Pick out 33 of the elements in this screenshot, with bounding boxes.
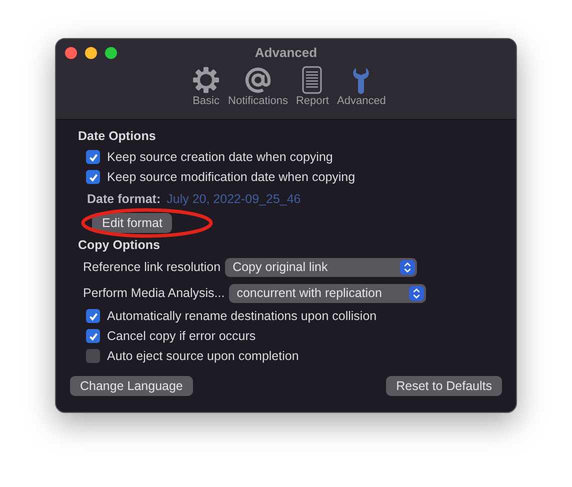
toolbar-tab[interactable]: Basic: [192, 66, 220, 107]
section-heading: Date Options: [78, 129, 157, 145]
checkbox[interactable]: [86, 170, 100, 184]
toolbar-tab[interactable]: Notifications: [228, 66, 288, 107]
toolbar-tab[interactable]: Report: [296, 66, 329, 107]
select-label: Reference link resolution: [83, 260, 221, 274]
checkbox[interactable]: [86, 150, 100, 164]
checkbox[interactable]: [86, 349, 100, 363]
close-button[interactable]: [65, 47, 77, 59]
checkbox-label: Keep source modification date when copying: [107, 170, 356, 184]
window-title: Advanced: [254, 44, 318, 61]
at-sign-icon: [244, 66, 272, 94]
popup-menu[interactable]: concurrent with replication: [228, 284, 426, 302]
checkbox[interactable]: [86, 309, 100, 323]
zoom-button[interactable]: [105, 47, 117, 59]
gear-icon: [192, 66, 220, 94]
date-format-value: July 20, 2022-09_25_46: [166, 192, 301, 208]
popup-menu[interactable]: Copy original link: [224, 258, 417, 276]
date-format-label: Date format:: [87, 192, 161, 208]
edit-format-button[interactable]: Edit format: [92, 213, 172, 233]
checkbox-label: Automatically rename destinations upon collision: [107, 309, 377, 323]
checkbox-label: Cancel copy if error occurs: [107, 329, 256, 343]
checkbox[interactable]: [86, 329, 100, 343]
footer-button[interactable]: Change Language: [70, 376, 193, 396]
minimize-button[interactable]: [85, 47, 97, 59]
stepper-icon: [408, 286, 424, 300]
checkbox-label: Auto eject source upon completion: [107, 349, 299, 363]
checkbox-label: Keep source creation date when copying: [107, 150, 333, 164]
stepper-icon: [400, 260, 415, 274]
select-label: Perform Media Analysis...: [83, 286, 225, 300]
toolbar-tab[interactable]: Advanced: [337, 66, 386, 107]
footer-button[interactable]: Reset to Defaults: [386, 376, 502, 396]
section-heading: Copy Options: [78, 238, 161, 254]
